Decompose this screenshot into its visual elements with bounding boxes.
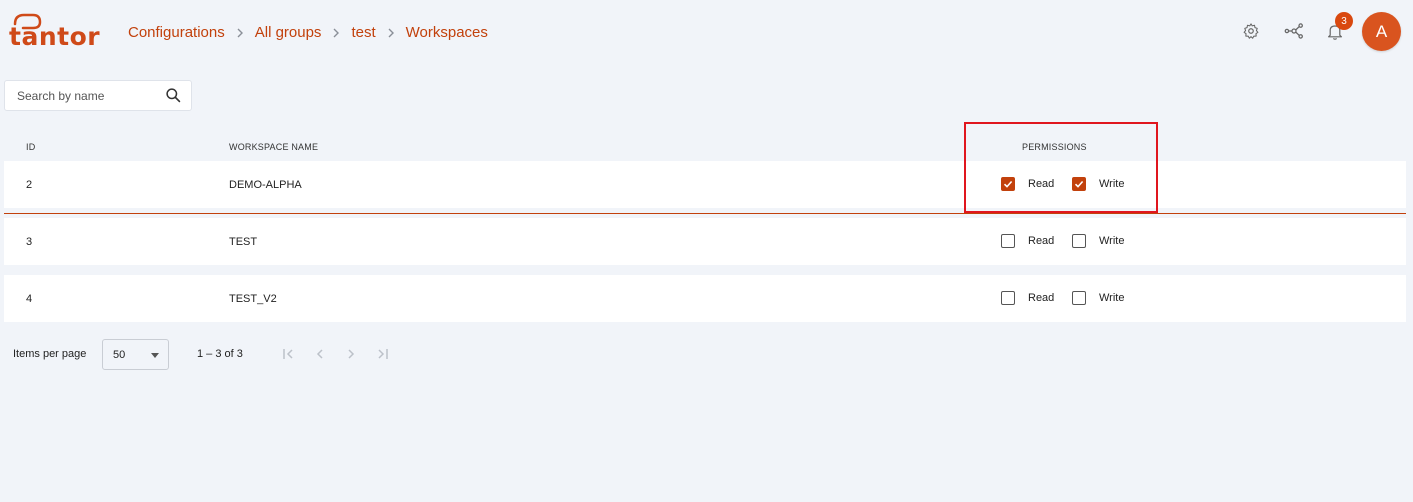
workspace-id: 4 — [26, 293, 33, 305]
write-permission[interactable]: Write — [1072, 234, 1124, 248]
write-permission[interactable]: Write — [1072, 291, 1124, 305]
previous-page-icon[interactable] — [312, 346, 328, 362]
table-row: 4 TEST_V2 Read Write — [4, 275, 1406, 322]
caret-down-icon — [151, 353, 159, 358]
write-label: Write — [1099, 235, 1125, 247]
chevron-right-icon — [331, 27, 341, 39]
logo-text: tantor — [9, 22, 101, 51]
notification-count-badge: 3 — [1335, 12, 1353, 30]
user-avatar[interactable]: A — [1362, 12, 1401, 51]
read-label: Read — [1028, 292, 1055, 304]
chevron-right-icon — [386, 27, 396, 39]
last-page-icon[interactable] — [374, 346, 390, 362]
row-divider — [4, 213, 1406, 214]
search-box — [4, 80, 192, 111]
workspace-id: 2 — [26, 179, 33, 191]
read-permission[interactable]: Read — [1001, 234, 1054, 248]
chevron-right-icon — [235, 27, 245, 39]
gear-icon[interactable] — [1239, 19, 1263, 43]
read-checkbox[interactable] — [1001, 291, 1015, 305]
search-input[interactable] — [17, 87, 157, 105]
first-page-icon[interactable] — [281, 346, 297, 362]
page-size-value: 50 — [113, 349, 126, 361]
workspace-name: TEST — [229, 236, 258, 248]
column-header-workspace-name[interactable]: WORKSPACE NAME — [229, 142, 318, 152]
write-checkbox[interactable] — [1072, 234, 1086, 248]
permissions-highlight-box — [964, 122, 1158, 213]
tantor-logo[interactable]: tantor — [9, 12, 100, 51]
page-range-label: 1 – 3 of 3 — [197, 348, 243, 360]
table-header: ID WORKSPACE NAME PERMISSIONS — [4, 128, 1406, 161]
read-label: Read — [1028, 235, 1055, 247]
app-header: tantor Configurations All groups test Wo… — [0, 0, 1413, 66]
write-checkbox[interactable] — [1072, 291, 1086, 305]
table-row: 2 DEMO-ALPHA Read Write — [4, 161, 1406, 208]
read-checkbox[interactable] — [1001, 234, 1015, 248]
search-icon[interactable] — [165, 87, 182, 109]
breadcrumb-configurations[interactable]: Configurations — [128, 24, 225, 41]
breadcrumb: Configurations All groups test Workspace… — [128, 24, 488, 41]
next-page-icon[interactable] — [343, 346, 359, 362]
breadcrumb-test[interactable]: test — [351, 24, 375, 41]
workspaces-table: ID WORKSPACE NAME PERMISSIONS 2 DEMO-ALP… — [4, 128, 1406, 322]
items-per-page-label: Items per page — [13, 348, 87, 360]
network-icon[interactable] — [1282, 19, 1306, 43]
table-row: 3 TEST Read Write — [4, 218, 1406, 265]
column-header-id[interactable]: ID — [26, 142, 35, 152]
read-permission[interactable]: Read — [1001, 291, 1054, 305]
page-size-select[interactable]: 50 — [102, 339, 169, 370]
workspace-name: TEST_V2 — [229, 293, 277, 305]
workspace-name: DEMO-ALPHA — [229, 179, 302, 191]
write-label: Write — [1099, 292, 1125, 304]
breadcrumb-workspaces: Workspaces — [405, 24, 488, 41]
breadcrumb-all-groups[interactable]: All groups — [255, 24, 322, 41]
workspace-id: 3 — [26, 236, 33, 248]
